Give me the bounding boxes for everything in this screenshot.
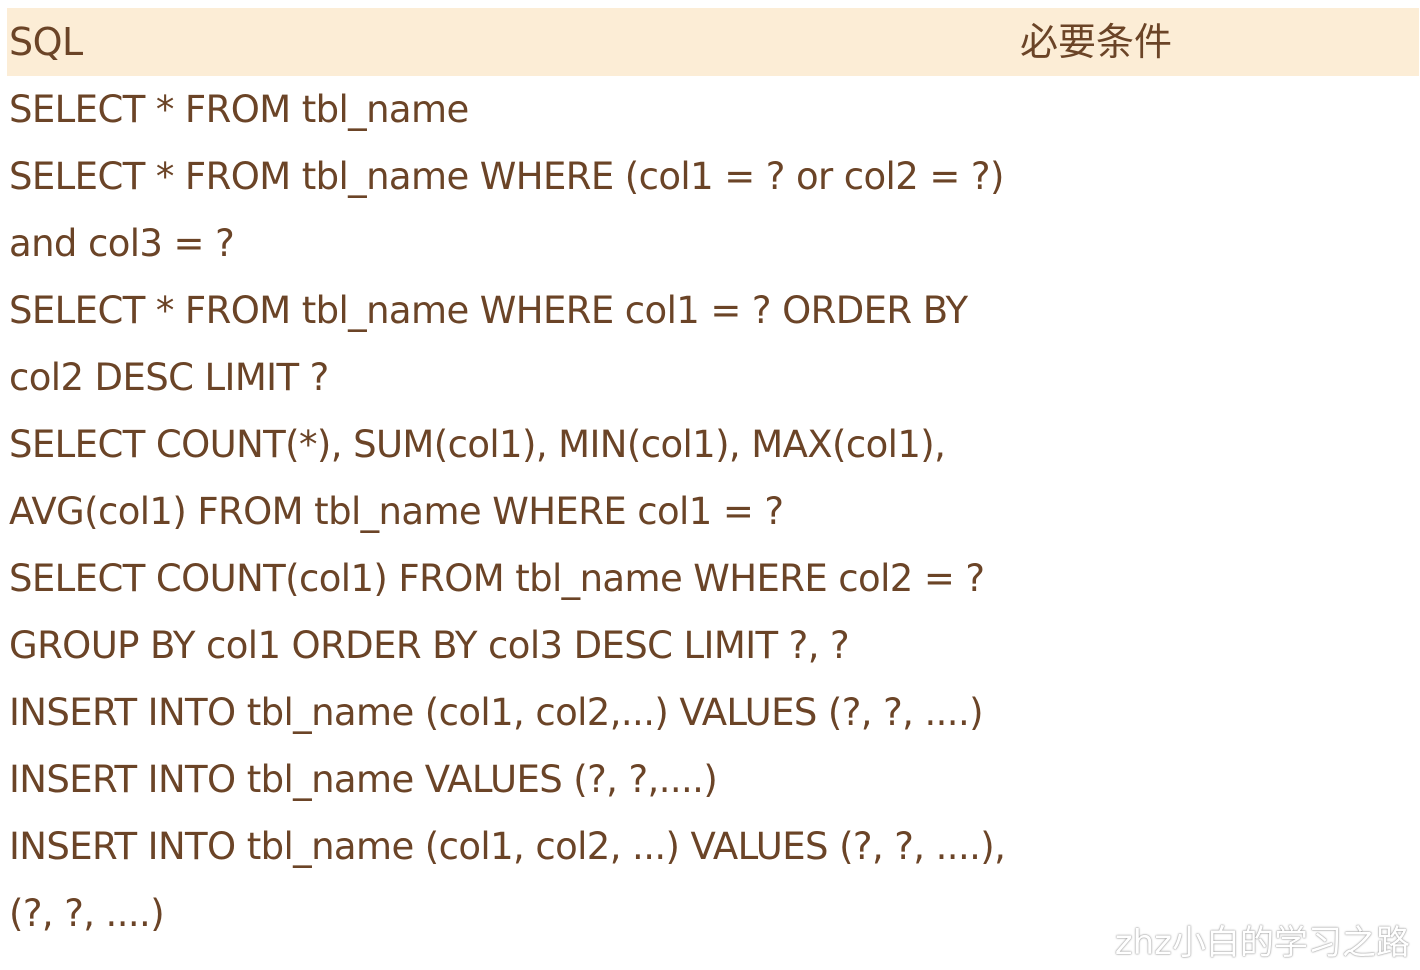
sql-line: and col3 = ? bbox=[9, 222, 235, 265]
header-condition: 必要条件 bbox=[1020, 20, 1173, 64]
table-row: SELECT * FROM tbl_name bbox=[7, 76, 1017, 143]
sql-condition-table: SQL 必要条件 SELECT * FROM tbl_name SELECT *… bbox=[7, 8, 1419, 947]
table-row: SELECT COUNT(*), SUM(col1), MIN(col1), M… bbox=[7, 411, 1017, 545]
sql-line: AVG(col1) FROM tbl_name WHERE col1 = ? bbox=[9, 490, 784, 533]
sql-line: SELECT * FROM tbl_name WHERE col1 = ? OR… bbox=[9, 289, 968, 332]
sql-line: INSERT INTO tbl_name (col1, col2,...) VA… bbox=[9, 691, 984, 734]
table-row: INSERT INTO tbl_name (col1, col2, ...) V… bbox=[7, 813, 1017, 947]
header-sql: SQL bbox=[9, 20, 83, 64]
sql-line: INSERT INTO tbl_name (col1, col2, ...) V… bbox=[9, 825, 1006, 868]
sql-line: GROUP BY col1 ORDER BY col3 DESC LIMIT ?… bbox=[9, 624, 850, 667]
sql-line: SELECT COUNT(col1) FROM tbl_name WHERE c… bbox=[9, 557, 985, 600]
table-row: SELECT COUNT(col1) FROM tbl_name WHERE c… bbox=[7, 545, 1017, 679]
table-header: SQL 必要条件 bbox=[7, 8, 1419, 76]
table-row: SELECT * FROM tbl_name WHERE (col1 = ? o… bbox=[7, 143, 1017, 277]
sql-line: SELECT * FROM tbl_name bbox=[9, 88, 469, 131]
sql-line: col2 DESC LIMIT ? bbox=[9, 356, 329, 399]
table-row: INSERT INTO tbl_name VALUES (?, ?,....) bbox=[7, 746, 1017, 813]
table-row: SELECT * FROM tbl_name WHERE col1 = ? OR… bbox=[7, 277, 1017, 411]
sql-line: (?, ?, ....) bbox=[9, 892, 165, 935]
sql-line: SELECT COUNT(*), SUM(col1), MIN(col1), M… bbox=[9, 423, 946, 466]
table-row: INSERT INTO tbl_name (col1, col2,...) VA… bbox=[7, 679, 1017, 746]
watermark: zhz小白的学习之路 bbox=[1114, 923, 1410, 963]
sql-line: INSERT INTO tbl_name VALUES (?, ?,....) bbox=[9, 758, 718, 801]
sql-line: SELECT * FROM tbl_name WHERE (col1 = ? o… bbox=[9, 155, 1004, 198]
